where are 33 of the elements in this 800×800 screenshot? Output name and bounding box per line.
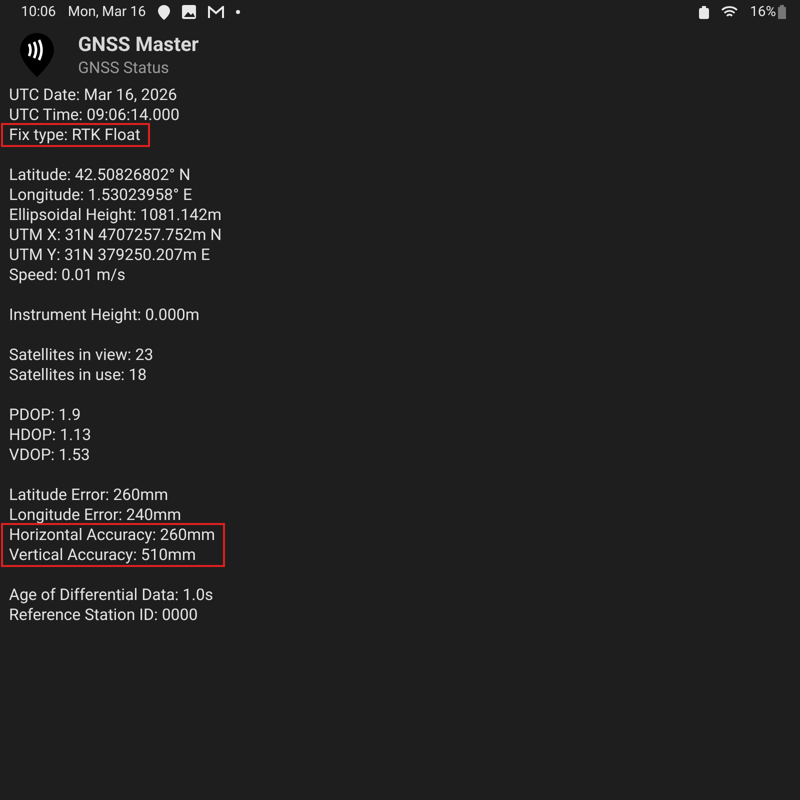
status-line: Ellipsoidal Height: 1081.142m <box>8 205 222 225</box>
status-line: Horizontal Accuracy: 260mm <box>1 523 226 545</box>
status-line: VDOP: 1.53 <box>8 445 91 465</box>
status-line: Instrument Height: 0.000m <box>8 305 200 325</box>
status-line: Age of Differential Data: 1.0s <box>8 585 214 605</box>
status-line: PDOP: 1.9 <box>8 405 82 425</box>
status-line: UTM X: 31N 4707257.752m N <box>8 225 223 245</box>
status-line: Latitude: 42.50826802° N <box>8 165 192 185</box>
status-date: Mon, Mar 16 <box>68 4 146 20</box>
status-line: Longitude: 1.53023958° E <box>8 185 194 205</box>
status-line: Vertical Accuracy: 510mm <box>1 545 226 567</box>
status-line: HDOP: 1.13 <box>8 425 92 445</box>
app-logo-icon <box>20 32 54 76</box>
status-line: Satellites in view: 23 <box>8 345 154 365</box>
mail-icon <box>208 6 224 18</box>
status-line: UTC Date: Mar 16, 2026 <box>8 85 178 105</box>
status-line: Satellites in use: 18 <box>8 365 148 385</box>
status-line: UTM Y: 31N 379250.207m E <box>8 245 211 265</box>
status-time: 10:06 <box>21 4 56 20</box>
app-subtitle: GNSS Status <box>78 58 170 77</box>
status-line: Longitude Error: 240mm <box>8 505 182 525</box>
battery-percentage: 16% <box>750 4 776 20</box>
battery-icon <box>778 5 786 19</box>
wifi-icon <box>721 6 738 18</box>
battery-saver-icon <box>699 6 709 18</box>
status-line: Latitude Error: 260mm <box>8 485 170 505</box>
status-line: UTC Time: 09:06:14.000 <box>8 105 180 125</box>
app-title: GNSS Master <box>78 32 199 56</box>
image-icon <box>182 5 196 19</box>
status-line: Reference Station ID: 0000 <box>8 605 199 625</box>
location-pin-icon <box>158 4 170 20</box>
status-line: Speed: 0.01 m/s <box>8 265 126 285</box>
dot-icon <box>236 10 240 14</box>
